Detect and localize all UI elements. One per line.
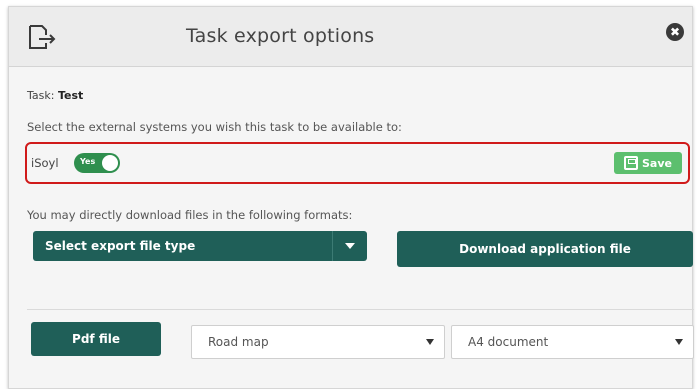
- export-file-type-select[interactable]: Select export file type: [33, 231, 367, 261]
- task-label: Task:: [27, 89, 58, 102]
- save-button[interactable]: Save: [614, 152, 682, 174]
- pdf-template-value: Road map: [208, 335, 269, 349]
- select-divider: [332, 231, 333, 261]
- chevron-down-icon: [426, 339, 434, 345]
- save-label: Save: [642, 156, 672, 170]
- pdf-format-value: A4 document: [468, 335, 549, 349]
- chevron-down-icon: [345, 243, 355, 249]
- task-export-dialog: Task export options ✖ Task: Test Select …: [8, 6, 694, 389]
- download-prompt: You may directly download files in the f…: [27, 208, 353, 222]
- dialog-header: Task export options ✖: [9, 7, 692, 67]
- pdf-format-select[interactable]: A4 document: [451, 325, 694, 359]
- save-icon: [624, 156, 638, 170]
- external-systems-prompt: Select the external systems you wish thi…: [27, 120, 402, 134]
- section-divider: [27, 309, 694, 310]
- external-system-row: iSoyl Yes Save: [25, 142, 690, 184]
- pdf-template-select[interactable]: Road map: [191, 325, 445, 359]
- system-name: iSoyl: [31, 156, 59, 170]
- export-icon: [29, 25, 56, 49]
- toggle-knob: [102, 155, 118, 171]
- pdf-file-button[interactable]: Pdf file: [31, 322, 161, 356]
- chevron-down-icon: [675, 339, 683, 345]
- close-icon[interactable]: ✖: [666, 23, 684, 41]
- system-toggle[interactable]: Yes: [74, 153, 120, 173]
- toggle-text: Yes: [80, 157, 96, 166]
- export-select-label: Select export file type: [45, 239, 196, 253]
- task-name: Test: [57, 89, 84, 102]
- download-application-button[interactable]: Download application file: [397, 231, 693, 267]
- dialog-title: Task export options: [186, 25, 375, 47]
- task-line: Task: Test: [27, 89, 83, 102]
